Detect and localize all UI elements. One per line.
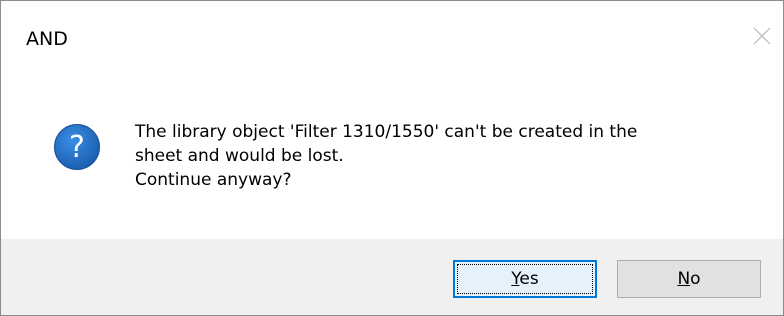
dialog-title: AND [26,28,68,50]
message-dialog: AND ? The library object 'Filter 1310/15… [0,0,784,316]
dialog-content: ? The library object 'Filter 1310/1550' … [1,71,783,239]
title-bar[interactable]: AND [1,1,783,71]
no-button[interactable]: No [617,260,761,298]
close-icon [753,27,771,49]
yes-button[interactable]: Yes [453,260,597,298]
button-bar: Yes No [1,239,783,315]
dialog-message: The library object 'Filter 1310/1550' ca… [135,122,638,190]
svg-text:?: ? [69,130,85,165]
no-button-label: No [677,269,701,289]
focus-ring [457,264,593,294]
close-button[interactable] [745,21,779,55]
question-icon: ? [53,123,101,171]
